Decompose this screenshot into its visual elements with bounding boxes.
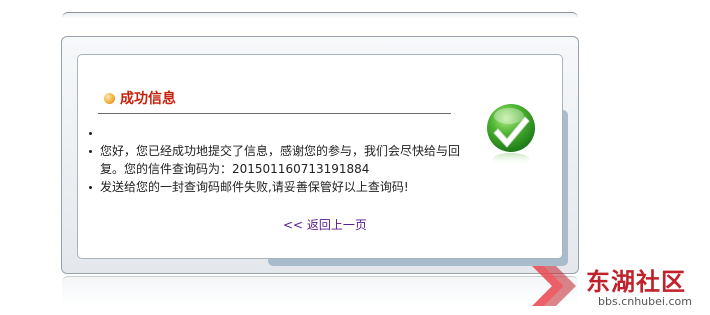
orange-bullet-icon — [104, 92, 115, 104]
bottom-frame-edge — [62, 276, 578, 307]
message-list: 您好，您已经成功地提交了信息，感谢您的参与，我们会尽快给与回复。您的信件查询码为… — [86, 124, 466, 196]
message-item-success: 您好，您已经成功地提交了信息，感谢您的参与，我们会尽快给与回复。您的信件查询码为… — [86, 142, 466, 178]
watermark-url: bbs.cnhubei.com — [598, 295, 692, 308]
dialog-title: 成功信息 — [120, 91, 176, 107]
dialog-header: 成功信息 — [104, 88, 176, 108]
back-link[interactable]: << 返回上一页 — [283, 216, 367, 233]
success-check-icon — [487, 104, 535, 165]
message-item-email-failed: 发送给您的一封查询码邮件失败,请妥善保管好以上查询码! — [86, 178, 466, 196]
watermark-brand: 东湖社区 — [586, 268, 686, 296]
top-frame-edge — [62, 12, 578, 19]
title-divider — [98, 113, 451, 114]
message-item-empty — [86, 124, 466, 142]
